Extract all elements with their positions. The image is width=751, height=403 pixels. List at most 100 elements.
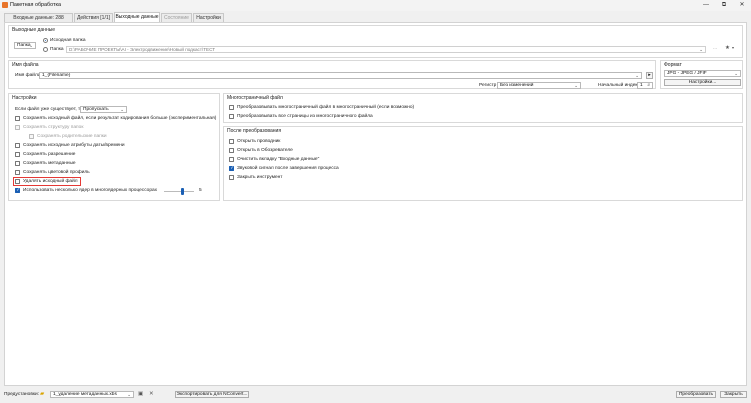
format-group: Формат JPG - JPEG / JFIF ⌄ Настройки... — [660, 60, 743, 89]
exists-select[interactable]: Пропускать ⌄ — [80, 106, 127, 113]
open-browser-label: Открыть в Обозревателе — [237, 148, 293, 153]
chevron-down-icon: ⌄ — [635, 73, 639, 78]
output-group-title: Выходные данные — [12, 27, 56, 33]
preset-select[interactable]: 1_удаление метаданных.xbs ⌄ — [50, 391, 134, 398]
tab-input[interactable]: Входные данные: 288 файлов — [4, 13, 73, 29]
keep-resolution-label: Сохранять разрешение — [23, 152, 76, 157]
settings-group-title: Настройки — [12, 95, 37, 101]
cores-value: 5 — [199, 188, 202, 193]
multicore-label: Использовать несколько ядер в многоядерн… — [23, 188, 158, 193]
checkbox-keep-icc[interactable] — [15, 170, 20, 175]
start-index-label: Начальный индекс — [598, 83, 640, 88]
convert-button[interactable]: Преобразовать — [676, 391, 716, 398]
delete-source-label: Удалять исходный файл — [23, 179, 78, 184]
tab-status[interactable]: Состояние — [161, 13, 192, 22]
close-button[interactable]: Закрыть — [720, 391, 747, 398]
case-select[interactable]: Без изменений ⌄ — [497, 82, 581, 89]
case-label: Регистр — [479, 83, 497, 88]
clear-input-label: Очистить вкладку "Входные данные" — [237, 157, 320, 162]
beep-label: Звуковой сигнал после завершения процесс… — [237, 166, 339, 171]
checkbox-all-pages[interactable] — [229, 114, 234, 119]
checkbox-open-browser[interactable] — [229, 148, 234, 153]
checkbox-keep-datetime[interactable] — [15, 143, 20, 148]
multipage-group: Многостраничный файл Преобразовывать мно… — [223, 93, 743, 123]
checkbox-keep-parent[interactable] — [29, 134, 34, 139]
exists-value: Пропускать — [83, 107, 109, 112]
checkbox-close-tool[interactable] — [229, 175, 234, 180]
multipage-group-title: Многостраничный файл — [227, 95, 283, 101]
export-label: Экспортировать для NConvert... — [176, 392, 248, 397]
window-title: Пакетная обработка — [10, 2, 61, 9]
radio-folder-label: Папка — [50, 47, 64, 52]
case-value: Без изменений — [500, 83, 534, 88]
export-nconvert-button[interactable]: Экспортировать для NConvert... — [175, 391, 249, 398]
folder-path-text: D:\РАБОЧИЕ ПРОЕКТЫ\AI - Электродвижение\… — [69, 47, 216, 52]
checkbox-keep-larger[interactable] — [15, 116, 20, 121]
delete-icon[interactable]: ✕ — [149, 391, 154, 397]
format-value: JPG - JPEG / JFIF — [667, 71, 707, 76]
checkbox-open-explorer[interactable] — [229, 139, 234, 144]
chevron-down-icon: ⌄ — [29, 43, 33, 48]
keep-parent-label: Сохранять родительские папки — [37, 134, 107, 139]
folder-icon[interactable]: ▰ — [40, 391, 44, 397]
filename-input[interactable]: 1_{Filename} ⌄ — [39, 72, 642, 79]
after-group: После преобразования Открыть проводник О… — [223, 126, 743, 201]
keep-metadata-label: Сохранять метаданные — [23, 161, 76, 166]
tab-settings[interactable]: Настройки — [193, 13, 224, 22]
cores-slider-thumb[interactable] — [180, 188, 184, 195]
close-tool-label: Закрыть инструмент — [237, 175, 283, 180]
save-icon[interactable]: ▣ — [138, 391, 143, 397]
start-index-value: 1 — [640, 83, 643, 88]
keep-larger-label: Сохранять исходный файл, если результат … — [23, 116, 217, 121]
preset-value: 1_удаление метаданных.xbs — [53, 392, 117, 397]
filename-label: Имя файла — [15, 73, 41, 78]
radio-custom-folder[interactable] — [43, 47, 48, 52]
checkbox-keep-metadata[interactable] — [15, 161, 20, 166]
play-icon[interactable]: ▸ — [646, 72, 653, 79]
chevron-down-icon[interactable]: ▾ — [732, 45, 734, 51]
main-panel: Выходные данные Папка ⌄ Исходная папка П… — [4, 22, 747, 386]
star-icon[interactable]: ★ — [725, 45, 730, 51]
multi-to-multi-label: Преобразовывать многостраничный файл в м… — [237, 105, 415, 110]
checkbox-clear-input[interactable] — [229, 157, 234, 162]
chevron-down-icon: ⌄ — [574, 83, 578, 88]
all-pages-label: Преобразовывать все страницы из многостр… — [237, 114, 373, 119]
convert-label: Преобразовать — [678, 392, 714, 397]
checkbox-beep[interactable] — [229, 165, 234, 171]
cores-slider-track[interactable] — [164, 191, 194, 192]
filename-value: 1_{Filename} — [42, 73, 71, 78]
radio-source-label: Исходная папка — [50, 38, 86, 43]
spin-icon[interactable]: ⇵ — [647, 83, 650, 88]
presets-label: Предустановки: — [4, 392, 40, 397]
chevron-down-icon: ⌄ — [127, 392, 131, 397]
keep-datetime-label: Сохранять исходные атрибуты даты/времени — [23, 143, 125, 148]
tab-actions[interactable]: Действия [1/1] — [74, 13, 113, 22]
checkbox-multicore[interactable] — [15, 187, 20, 193]
checkbox-multi-to-multi[interactable] — [229, 105, 234, 110]
filename-group: Имя файла Имя файла 1_{Filename} ⌄ ▸ Рег… — [8, 60, 656, 89]
keep-icc-label: Сохранять цветовой профиль — [23, 170, 90, 175]
folder-path-field[interactable]: D:\РАБОЧИЕ ПРОЕКТЫ\AI - Электродвижение\… — [66, 46, 706, 53]
chevron-down-icon: ⌄ — [734, 71, 738, 76]
checkbox-keep-resolution[interactable] — [15, 152, 20, 157]
tab-output[interactable]: Выходные данные — [114, 12, 160, 22]
browse-button[interactable]: ... — [713, 46, 717, 51]
title-bar — [0, 0, 751, 11]
close-label: Закрыть — [724, 392, 743, 397]
format-settings-button[interactable]: Настройки... — [664, 79, 741, 86]
maximize-icon[interactable]: ⧉ — [715, 0, 733, 11]
format-select[interactable]: JPG - JPEG / JFIF ⌄ — [664, 70, 741, 77]
keep-structure-label: Сохранять структуру папок — [23, 125, 84, 130]
checkbox-delete-source[interactable] — [15, 179, 20, 184]
output-group: Выходные данные Папка ⌄ Исходная папка П… — [8, 25, 743, 58]
close-icon[interactable]: ✕ — [733, 0, 751, 11]
app-icon — [2, 2, 8, 8]
output-mode-select[interactable]: Папка ⌄ — [14, 42, 36, 49]
exists-label: Если файл уже существует, то — [15, 107, 83, 112]
radio-source-folder[interactable] — [43, 38, 48, 43]
settings-group: Настройки Если файл уже существует, то П… — [8, 93, 220, 201]
after-group-title: После преобразования — [227, 128, 282, 134]
start-index-stepper[interactable]: 1 ⇵ — [637, 82, 653, 89]
minimize-icon[interactable]: — — [697, 0, 715, 11]
checkbox-keep-structure[interactable] — [15, 125, 20, 130]
